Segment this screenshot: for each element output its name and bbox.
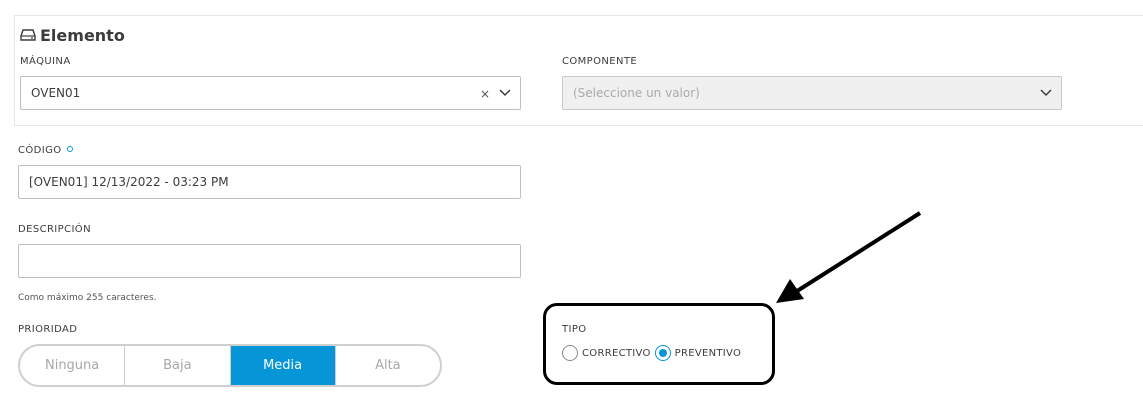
descripcion-input[interactable] [18, 244, 521, 278]
componente-label: COMPONENTE [562, 56, 638, 67]
codigo-value: [OVEN01] 12/13/2022 - 03:23 PM [29, 175, 229, 189]
radio-correctivo[interactable] [562, 345, 578, 361]
radio-correctivo-label[interactable]: CORRECTIVO [582, 348, 651, 359]
section-title: Elemento [40, 25, 125, 45]
tipo-highlight-box [543, 303, 775, 385]
maquina-select[interactable]: OVEN01 × [20, 76, 521, 110]
clear-icon[interactable]: × [480, 87, 490, 101]
tipo-label: TIPO [562, 324, 587, 335]
required-indicator-icon [66, 146, 73, 152]
section-header: Elemento [20, 24, 125, 46]
descripcion-hint: Como máximo 255 caracteres. [18, 293, 157, 303]
radio-preventivo-label[interactable]: PREVENTIVO [675, 348, 742, 359]
prioridad-option-alta[interactable]: Alta [336, 346, 440, 385]
componente-placeholder: (Seleccione un valor) [573, 86, 700, 100]
annotation-arrow-icon [776, 211, 922, 303]
prioridad-label: PRIORIDAD [18, 324, 78, 335]
componente-select[interactable]: (Seleccione un valor) [562, 76, 1062, 110]
maquina-label: MÁQUINA [20, 56, 71, 67]
radio-preventivo[interactable] [654, 345, 671, 361]
maquina-value: OVEN01 [31, 86, 81, 100]
chevron-down-icon[interactable] [1039, 87, 1053, 99]
prioridad-option-ninguna[interactable]: Ninguna [20, 346, 126, 385]
tipo-radio-group: CORRECTIVO PREVENTIVO [562, 345, 745, 361]
prioridad-option-media[interactable]: Media [230, 346, 336, 385]
codigo-label: CÓDIGO [18, 145, 73, 156]
prioridad-option-baja[interactable]: Baja [125, 346, 231, 385]
chevron-down-icon[interactable] [498, 87, 512, 99]
descripcion-label: DESCRIPCIÓN [18, 224, 91, 235]
prioridad-segmented-control: Ninguna Baja Media Alta [18, 344, 442, 387]
codigo-label-text: CÓDIGO [18, 145, 62, 156]
drive-icon [20, 28, 36, 42]
codigo-input[interactable]: [OVEN01] 12/13/2022 - 03:23 PM [18, 165, 521, 199]
